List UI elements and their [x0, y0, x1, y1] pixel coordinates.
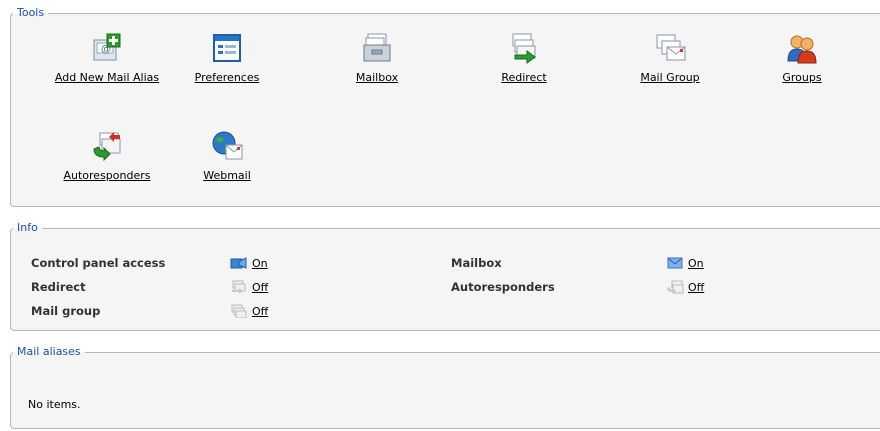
mail-group-link[interactable]: Mail Group — [640, 71, 699, 84]
redirect-link[interactable]: Redirect — [501, 71, 546, 84]
autoresponders-info-value: Off — [666, 280, 704, 294]
info-legend: Info — [17, 221, 38, 234]
tool-mail-group[interactable]: Mail Group — [605, 31, 735, 84]
redirect-icon — [512, 33, 536, 64]
mailbox-link[interactable]: Mailbox — [356, 71, 398, 84]
add-mail-alias-link[interactable]: Add New Mail Alias — [55, 71, 159, 84]
mail-aliases-legend: Mail aliases — [17, 345, 81, 358]
mailbox-icon — [363, 33, 391, 62]
redirect-info-value: Off — [230, 280, 268, 294]
mail-aliases-section: Mail aliases No items. — [10, 346, 880, 429]
mail-group-info-value: Off — [230, 304, 268, 318]
webmail-link[interactable]: Webmail — [203, 169, 251, 182]
mailbox-info-label: Mailbox — [451, 256, 502, 270]
autoresponders-info-label: Autoresponders — [451, 280, 555, 294]
control-panel-access-icon — [230, 257, 247, 269]
tool-add-mail-alias[interactable]: @ Add New Mail Alias — [42, 31, 172, 84]
mail-envelope-icon — [667, 257, 683, 269]
groups-icon — [787, 35, 817, 64]
redirect-info-link[interactable]: Off — [252, 281, 268, 294]
tool-mailbox[interactable]: Mailbox — [312, 31, 442, 84]
control-panel-access-value: On — [230, 256, 268, 270]
tool-redirect[interactable]: Redirect — [459, 31, 589, 84]
mail-group-info-label: Mail group — [31, 304, 101, 318]
tool-preferences[interactable]: Preferences — [162, 31, 292, 84]
tool-autoresponders[interactable]: Autoresponders — [42, 129, 172, 182]
info-section: Info Control panel access On Mailbox On … — [10, 222, 880, 331]
autoresponders-icon — [93, 132, 121, 162]
control-panel-access-label: Control panel access — [31, 256, 166, 270]
control-panel-access-link[interactable]: On — [252, 257, 268, 270]
autoresponders-link[interactable]: Autoresponders — [63, 169, 150, 182]
mailbox-info-value: On — [666, 256, 704, 270]
autoresponders-disabled-icon — [667, 280, 684, 294]
add-mail-alias-icon: @ — [93, 33, 121, 61]
tools-legend: Tools — [17, 6, 45, 19]
groups-link[interactable]: Groups — [782, 71, 821, 84]
preferences-link[interactable]: Preferences — [195, 71, 260, 84]
tools-section: Tools @ Add New Mail Alias Preferences M… — [10, 7, 880, 207]
mail-group-disabled-icon — [231, 304, 247, 318]
mailbox-info-link[interactable]: On — [688, 257, 704, 270]
empty-list-message: No items. — [28, 398, 81, 411]
redirect-info-label: Redirect — [31, 280, 86, 294]
tool-groups[interactable]: Groups — [737, 31, 867, 84]
redirect-disabled-icon — [232, 280, 246, 294]
preferences-icon — [213, 34, 241, 62]
mail-group-info-link[interactable]: Off — [252, 305, 268, 318]
mail-group-icon — [656, 34, 686, 61]
tool-webmail[interactable]: Webmail — [162, 129, 292, 182]
webmail-icon — [212, 131, 243, 160]
autoresponders-info-link[interactable]: Off — [688, 281, 704, 294]
